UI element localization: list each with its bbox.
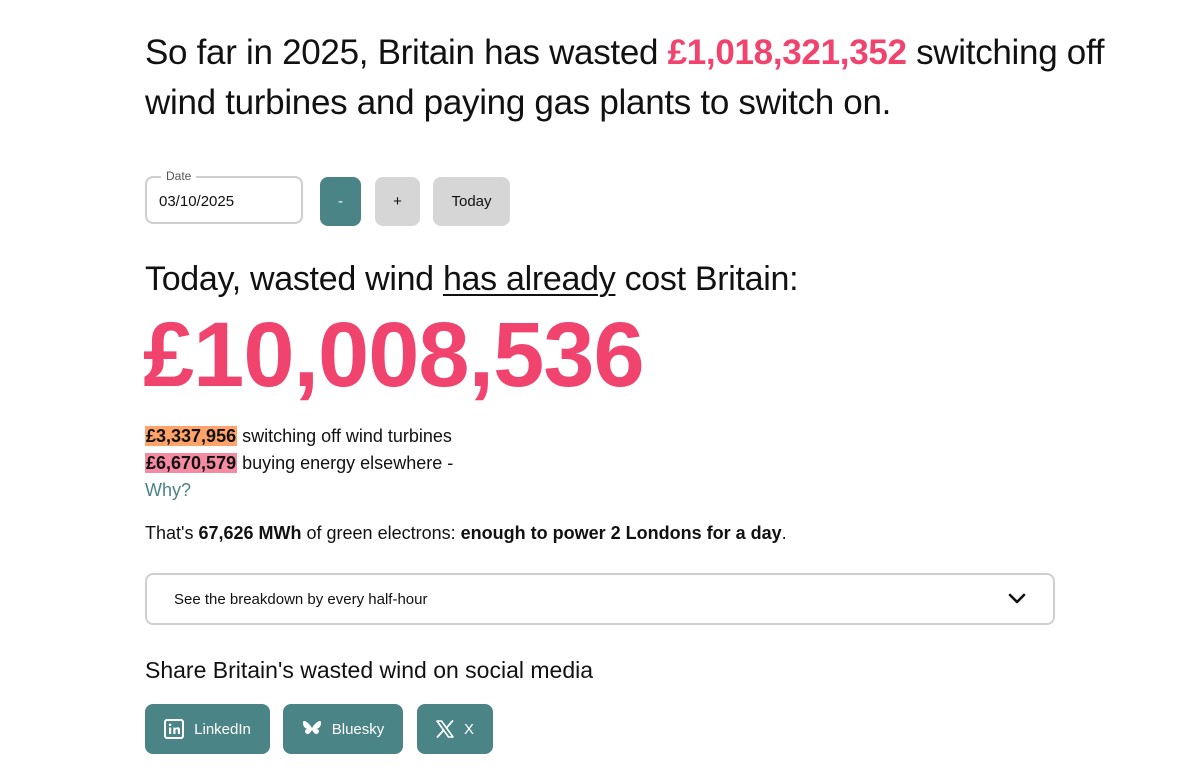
bluesky-label: Bluesky [331, 720, 385, 738]
accordion-label: See the breakdown by every half-hour [174, 590, 428, 608]
half-hour-breakdown-accordion[interactable]: See the breakdown by every half-hour [145, 573, 1055, 625]
energy-amount: 67,626 MWh [198, 523, 302, 543]
replacement-label: buying energy elsewhere - [237, 453, 454, 473]
curtailment-row: £3,337,956 switching off wind turbines [145, 422, 453, 449]
share-x-button[interactable]: X [417, 704, 493, 754]
today-prefix: Today, wasted wind [145, 260, 443, 298]
headline-prefix: So far in 2025, Britain has wasted [145, 33, 668, 72]
headline: So far in 2025, Britain has wasted £1,01… [145, 28, 1105, 128]
london-comparison: enough to power 2 Londons for a day [460, 523, 782, 543]
linkedin-icon [164, 719, 185, 739]
share-bluesky-button[interactable]: Bluesky [283, 704, 403, 754]
curtailment-label: switching off wind turbines [237, 426, 452, 446]
date-value[interactable]: 03/10/2025 [159, 193, 234, 210]
why-link[interactable]: Why? [145, 480, 191, 500]
summary-prefix: That's [145, 523, 199, 543]
energy-summary: That's 67,626 MWh of green electrons: en… [145, 519, 787, 547]
today-emphasis: has already [442, 260, 616, 298]
today-suffix: cost Britain: [615, 260, 799, 298]
date-label: Date [161, 168, 197, 184]
previous-day-button[interactable]: - [320, 177, 361, 226]
today-heading: Today, wasted wind has already cost Brit… [145, 256, 799, 302]
year-total-amount: £1,018,321,352 [667, 33, 907, 72]
replacement-row: £6,670,579 buying energy elsewhere - [145, 449, 453, 476]
replacement-amount: £6,670,579 [145, 453, 238, 473]
date-input[interactable]: Date 03/10/2025 [145, 168, 303, 224]
share-heading: Share Britain's wasted wind on social me… [145, 657, 594, 683]
summary-middle: of green electrons: [301, 523, 461, 543]
today-total-amount: £10,008,536 [143, 304, 645, 406]
cost-breakdown: £3,337,956 switching off wind turbines £… [145, 422, 453, 503]
next-day-button[interactable]: + [375, 177, 420, 226]
chevron-down-icon[interactable] [1007, 589, 1027, 609]
x-icon [436, 720, 454, 738]
share-linkedin-button[interactable]: LinkedIn [145, 704, 270, 754]
linkedin-label: LinkedIn [194, 720, 251, 738]
today-button[interactable]: Today [433, 177, 510, 226]
x-label: X [463, 720, 474, 738]
bluesky-icon [302, 720, 321, 735]
summary-suffix: . [781, 523, 787, 543]
curtailment-amount: £3,337,956 [145, 426, 238, 446]
